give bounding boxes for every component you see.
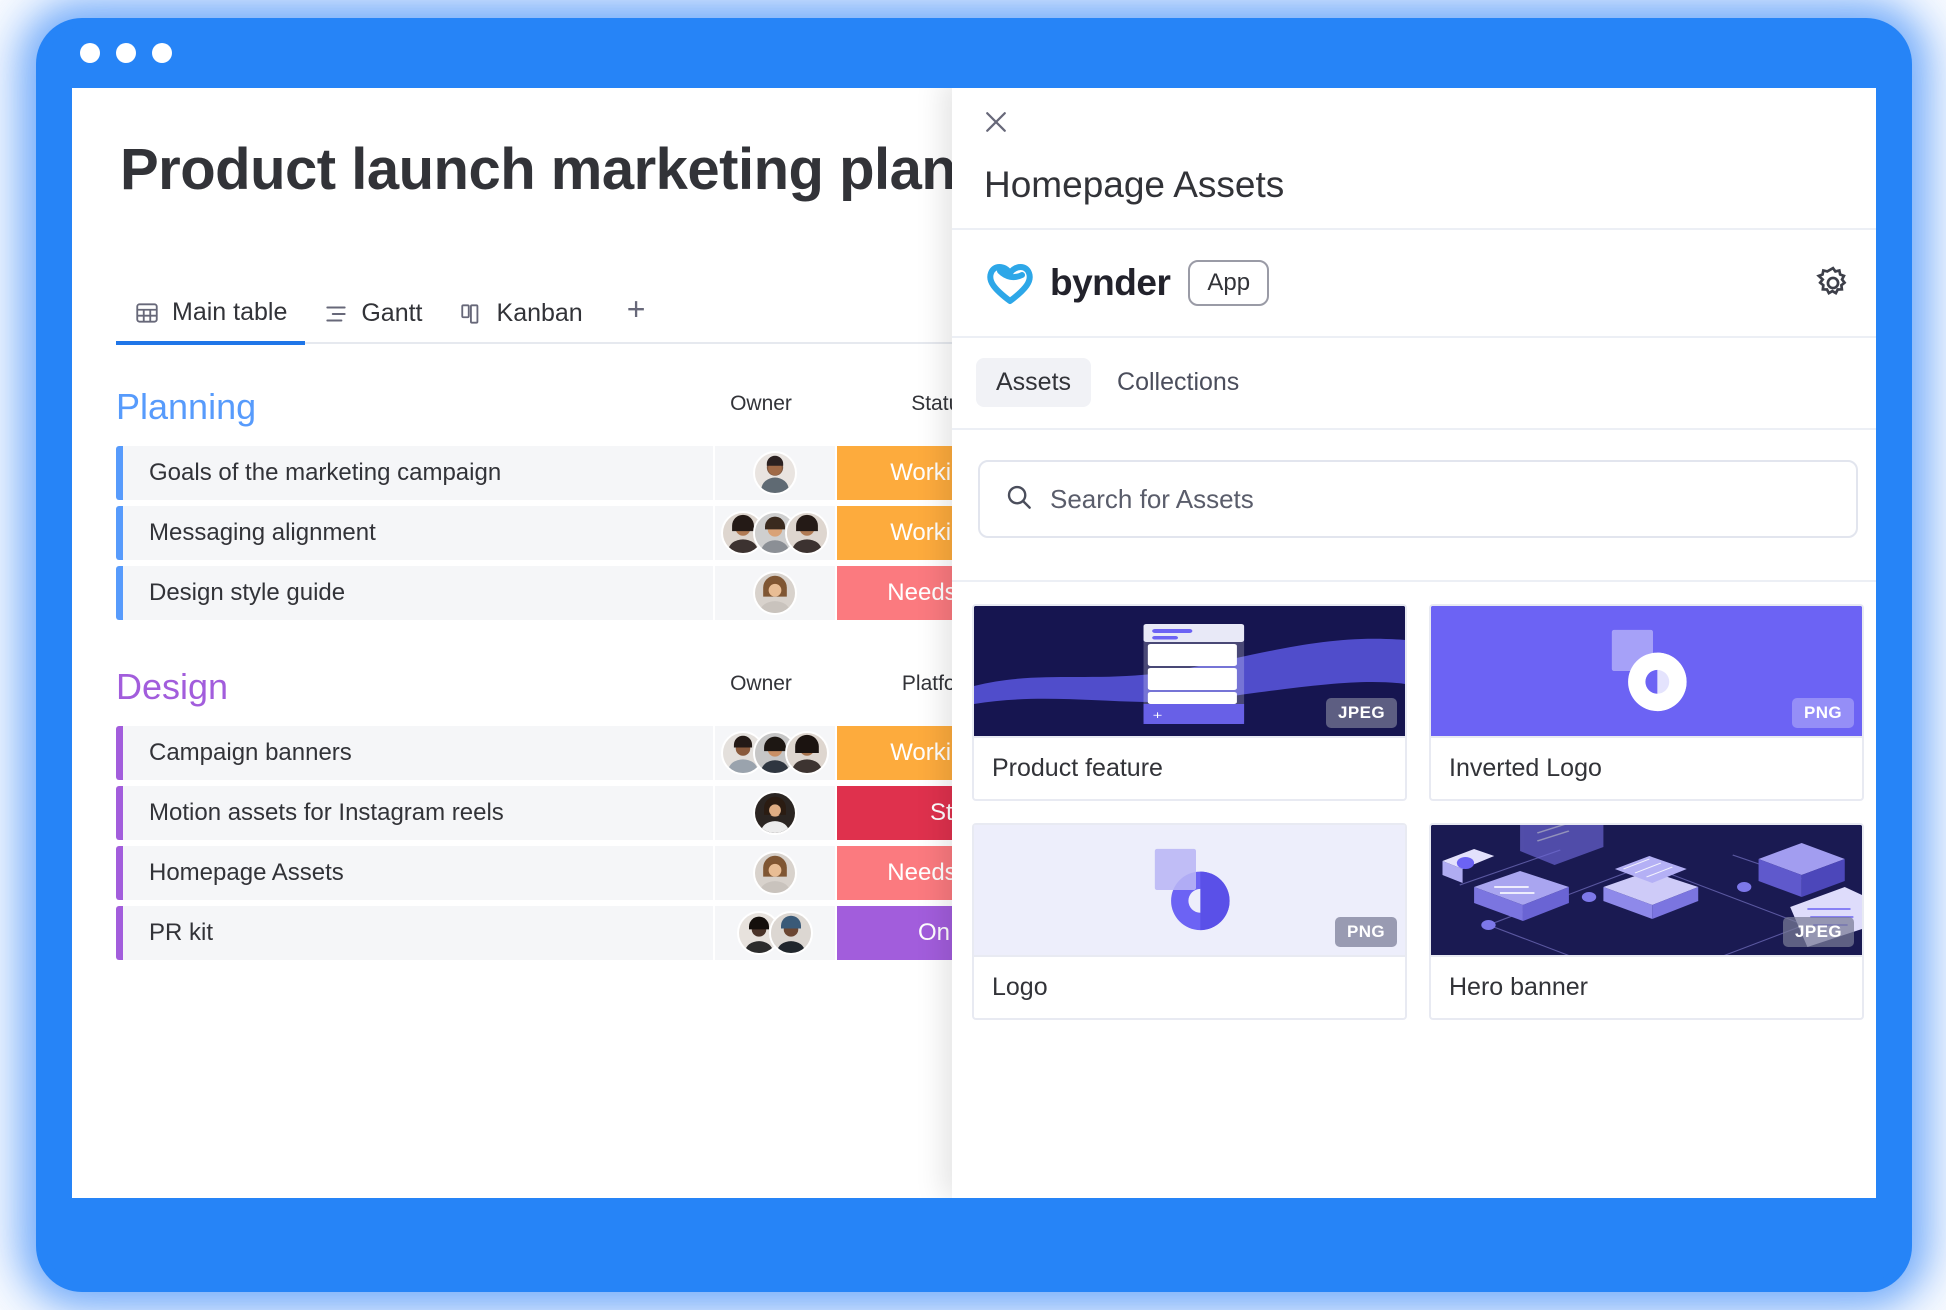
row-accent: [116, 786, 123, 840]
row-name[interactable]: PR kit: [123, 906, 715, 960]
asset-thumbnail: PNG: [974, 825, 1405, 955]
window-dot-3[interactable]: [152, 43, 172, 63]
asset-format-badge: JPEG: [1326, 698, 1397, 728]
asset-format-badge: PNG: [1791, 698, 1854, 728]
asset-thumbnail: + JPEG: [974, 606, 1405, 736]
kanban-icon: [459, 301, 485, 327]
window-dot-2[interactable]: [116, 43, 136, 63]
row-name[interactable]: Goals of the marketing campaign: [123, 446, 715, 500]
divider: [952, 336, 1876, 338]
divider: [952, 580, 1876, 582]
row-accent: [116, 566, 123, 620]
row-owner[interactable]: [715, 446, 837, 500]
window-dot-1[interactable]: [80, 43, 100, 63]
search-field[interactable]: [978, 460, 1858, 538]
avatar-group: [753, 571, 797, 615]
app-canvas: Product launch marketing plan Main table: [72, 88, 1876, 1198]
row-name[interactable]: Motion assets for Instagram reels: [123, 786, 715, 840]
tab-label: Kanban: [496, 299, 583, 327]
gantt-icon: [323, 301, 349, 327]
asset-thumbnail: PNG: [1431, 606, 1862, 736]
search-input[interactable]: [1050, 483, 1832, 515]
avatar-group: [721, 511, 829, 555]
close-icon[interactable]: [978, 104, 1014, 140]
app-name: bynder: [1050, 262, 1171, 303]
avatar: [753, 791, 797, 835]
row-accent: [116, 446, 123, 500]
svg-text:+: +: [1152, 710, 1163, 721]
column-header-owner: Owner: [730, 672, 792, 695]
tab-main-table[interactable]: Main table: [116, 298, 306, 345]
avatar: [753, 451, 797, 495]
add-view-button[interactable]: +: [601, 291, 664, 342]
row-owner[interactable]: [715, 846, 837, 900]
avatar-group: [737, 911, 813, 955]
tab-assets[interactable]: Assets: [976, 358, 1092, 407]
asset-format-badge: JPEG: [1783, 917, 1854, 947]
gear-icon[interactable]: [1814, 264, 1852, 302]
row-name[interactable]: Homepage Assets: [123, 846, 715, 900]
app-header: bynder App: [952, 230, 1876, 336]
search-icon: [1004, 482, 1034, 517]
asset-card[interactable]: + JPEG Product feature: [972, 604, 1407, 801]
row-owner[interactable]: [715, 906, 837, 960]
avatar-group: [721, 731, 829, 775]
asset-grid: + JPEG Product feature PNG Inverted Logo…: [972, 604, 1864, 1020]
asset-thumbnail: JPEG: [1431, 825, 1862, 955]
row-owner[interactable]: [715, 566, 837, 620]
row-name[interactable]: Messaging alignment: [123, 506, 715, 560]
row-accent: [116, 506, 123, 560]
avatar: [785, 511, 829, 555]
row-owner[interactable]: [715, 726, 837, 780]
row-owner[interactable]: [715, 506, 837, 560]
window-titlebar: [46, 26, 1902, 80]
row-name[interactable]: Campaign banners: [123, 726, 715, 780]
asset-label: Logo: [974, 955, 1405, 1018]
row-accent: [116, 846, 123, 900]
panel-segmented-tabs: Assets Collections: [976, 358, 1259, 407]
table-icon: [134, 300, 160, 326]
tab-collections[interactable]: Collections: [1097, 358, 1259, 407]
row-accent: [116, 906, 123, 960]
tab-kanban[interactable]: Kanban: [441, 299, 601, 342]
row-accent: [116, 726, 123, 780]
avatar: [769, 911, 813, 955]
asset-card[interactable]: PNG Inverted Logo: [1429, 604, 1864, 801]
avatar: [785, 731, 829, 775]
avatar-group: [753, 791, 797, 835]
panel-title: Homepage Assets: [984, 164, 1285, 205]
assets-side-panel: Homepage Assets bynder App Assets Collec…: [952, 88, 1876, 1198]
row-owner[interactable]: [715, 786, 837, 840]
asset-label: Inverted Logo: [1431, 736, 1862, 799]
page-title: Product launch marketing plan: [120, 137, 957, 202]
avatar-group: [753, 851, 797, 895]
column-header-owner: Owner: [730, 392, 792, 415]
app-type-chip: App: [1188, 260, 1270, 306]
avatar: [753, 851, 797, 895]
avatar: [753, 571, 797, 615]
asset-format-badge: PNG: [1334, 917, 1397, 947]
tab-label: Gantt: [361, 299, 423, 327]
screenshot-stage: Product launch marketing plan Main table: [0, 0, 1946, 1310]
bynder-logo-icon: bynder: [984, 261, 1171, 305]
asset-card[interactable]: JPEG Hero banner: [1429, 823, 1864, 1020]
asset-label: Hero banner: [1431, 955, 1862, 1018]
row-name[interactable]: Design style guide: [123, 566, 715, 620]
divider: [952, 428, 1876, 430]
tab-label: Main table: [172, 298, 288, 326]
asset-label: Product feature: [974, 736, 1405, 799]
asset-card[interactable]: PNG Logo: [972, 823, 1407, 1020]
tab-gantt[interactable]: Gantt: [305, 299, 440, 342]
avatar-group: [753, 451, 797, 495]
